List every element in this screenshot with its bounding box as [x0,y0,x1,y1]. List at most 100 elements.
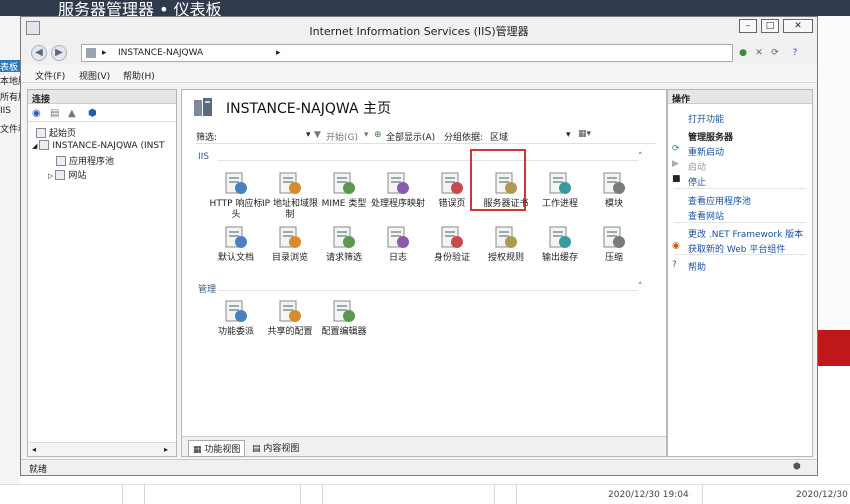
feature-request-filtering[interactable]: 请求筛选 [316,224,372,264]
feature-configuration-editor[interactable]: 配置编辑器 [316,298,372,338]
menu-file[interactable]: 文件(F) [35,69,65,82]
tree-item-start-page[interactable]: 起始页 [36,126,76,139]
sidebar-item-local[interactable]: 本地服 [0,74,20,87]
feature-server-certificates[interactable]: 服务器证书 [478,170,534,210]
scroll-left-icon[interactable]: ◂ [32,445,36,454]
feature-authentication[interactable]: 身份验证 [424,224,480,264]
features-panel: INSTANCE-NAJQWA 主页 筛选: ▾ ▼ 开始(G) ▾ ⊕ 全部显… [181,89,667,457]
authorization-rules-icon [493,224,519,250]
action-restart[interactable]: 重新启动 [688,145,724,158]
divider [300,484,301,504]
tree-item-sites[interactable]: ▷ 网站 [48,168,86,181]
separator [674,222,806,223]
menu-help[interactable]: 帮助(H) [123,69,155,82]
sidebar-item-files[interactable]: 文件和 [0,122,20,135]
divider [122,484,123,504]
content-view-icon: ▤ [252,444,261,454]
directory-browsing-icon [277,224,303,250]
sidebar-item-iis[interactable]: IIS [0,106,20,116]
request-filtering-icon [331,224,357,250]
help-icon[interactable]: ? [789,47,801,59]
feature-default-document[interactable]: 默认文档 [208,224,264,264]
feature-compression[interactable]: 压缩 [586,224,642,264]
divider [144,484,145,504]
page-title: INSTANCE-NAJQWA 主页 [226,101,391,117]
save-icon[interactable]: ▤ [50,108,59,119]
action-view-app-pools[interactable]: 查看应用程序池 [688,194,751,207]
server-manager-sidebar: 表板 本地服 所有服 IIS 文件和 [0,16,20,504]
feature-mime-types[interactable]: MIME 类型 [316,170,372,210]
modules-icon [601,170,627,196]
feature-authorization-rules[interactable]: 授权规则 [478,224,534,264]
collapse-icon[interactable]: ˄ [638,282,643,292]
section-title-iis: IIS [198,152,210,162]
start-button[interactable]: 开始(G) [326,130,358,143]
scroll-right-icon[interactable]: ▸ [164,445,168,454]
web-platform-icon: ◉ [672,241,680,251]
feature-label: 压缩 [604,253,623,263]
tree-item-app-pools[interactable]: 应用程序池 [56,154,114,167]
feature-http-response-headers[interactable]: HTTP 响应标头 [208,170,264,221]
feature-directory-browsing[interactable]: 目录浏览 [262,224,318,264]
menu-bar: 文件(F) 视图(V) 帮助(H) [21,65,817,83]
action-change-dotnet[interactable]: 更改 .NET Framework 版本 [688,227,803,240]
tab-features-view[interactable]: ▦ 功能视图 [188,440,246,457]
actions-panel: 操作 打开功能 管理服务器 ⟳ 重新启动 ▶ 启动 ■ 停止 查看应用程序池 查… [667,89,813,457]
action-stop[interactable]: 停止 [688,175,706,188]
filter-dropdown-icon[interactable]: ▾ [306,130,311,140]
feature-output-caching[interactable]: 输出缓存 [532,224,588,264]
start-page-icon [36,128,46,138]
minimize-button[interactable]: – [739,19,757,33]
connect-server-icon[interactable]: ⬢ [88,108,97,119]
connections-toolbar: ◉ ▤ ▲ ⬢ [28,106,176,122]
collapse-icon[interactable]: ◢ [32,142,37,150]
connect-icon[interactable]: ◉ [32,108,41,119]
action-open-feature[interactable]: 打开功能 [688,112,724,125]
sidebar-item-all[interactable]: 所有服 [0,90,20,103]
view-tabs: ▦ 功能视图 ▤ 内容视图 [182,436,666,457]
action-help[interactable]: 帮助 [688,260,706,273]
tab-content-view[interactable]: ▤ 内容视图 [248,440,303,455]
show-all-button[interactable]: 全部显示(A) [386,130,435,143]
configuration-editor-icon [331,298,357,324]
stop-icon[interactable]: ✕ [753,47,765,59]
up-icon[interactable]: ▲ [68,108,76,119]
feature-label: 配置编辑器 [321,327,367,337]
tree-item-label: 网站 [68,171,87,181]
expand-icon[interactable]: ▷ [48,172,53,180]
feature-label: 处理程序映射 [370,199,425,209]
start-dropdown-icon[interactable]: ▾ [364,130,369,140]
address-field[interactable]: ▸ INSTANCE-NAJQWA ▸ [81,44,733,62]
breadcrumb[interactable]: INSTANCE-NAJQWA [118,48,203,58]
feature-label: 模块 [604,199,623,209]
go-icon[interactable]: ● [737,47,749,59]
group-by-value[interactable]: 区域 [490,130,508,143]
arrow-left-icon: ◀ [35,47,43,58]
title-bar[interactable]: Internet Information Services (IIS)管理器 –… [21,17,817,41]
feature-handler-mappings[interactable]: 处理程序映射 [370,170,426,210]
feature-worker-processes[interactable]: 工作进程 [532,170,588,210]
close-button[interactable]: ✕ [783,19,813,33]
menu-view[interactable]: 视图(V) [79,69,110,82]
feature-shared-configuration[interactable]: 共享的配置 [262,298,318,338]
tree-item-label: 应用程序池 [69,157,115,167]
sidebar-item-dashboard[interactable]: 表板 [0,60,20,72]
forward-button[interactable]: ▶ [51,45,67,61]
feature-feature-delegation[interactable]: 功能委派 [208,298,264,338]
refresh-icon[interactable]: ⟳ [769,47,781,59]
feature-error-pages[interactable]: 错误页 [424,170,480,210]
tree-item-server[interactable]: ◢ INSTANCE-NAJQWA (INST [32,140,165,151]
output-caching-icon [547,224,573,250]
feature-ip-restrictions[interactable]: IP 地址和域限制 [262,170,318,221]
action-view-sites[interactable]: 查看网站 [688,209,724,222]
feature-logging[interactable]: 日志 [370,224,426,264]
horizontal-scrollbar[interactable]: ◂ ▸ [28,442,176,456]
feature-modules[interactable]: 模块 [586,170,642,210]
authentication-icon [439,224,465,250]
back-button[interactable]: ◀ [31,45,47,61]
collapse-icon[interactable]: ˄ [638,152,643,162]
maximize-button[interactable]: □ [761,19,779,33]
view-mode-icon[interactable]: ▦▾ [578,129,591,139]
tree-item-label: 起始页 [49,129,77,139]
group-dropdown-icon[interactable]: ▾ [566,130,571,140]
